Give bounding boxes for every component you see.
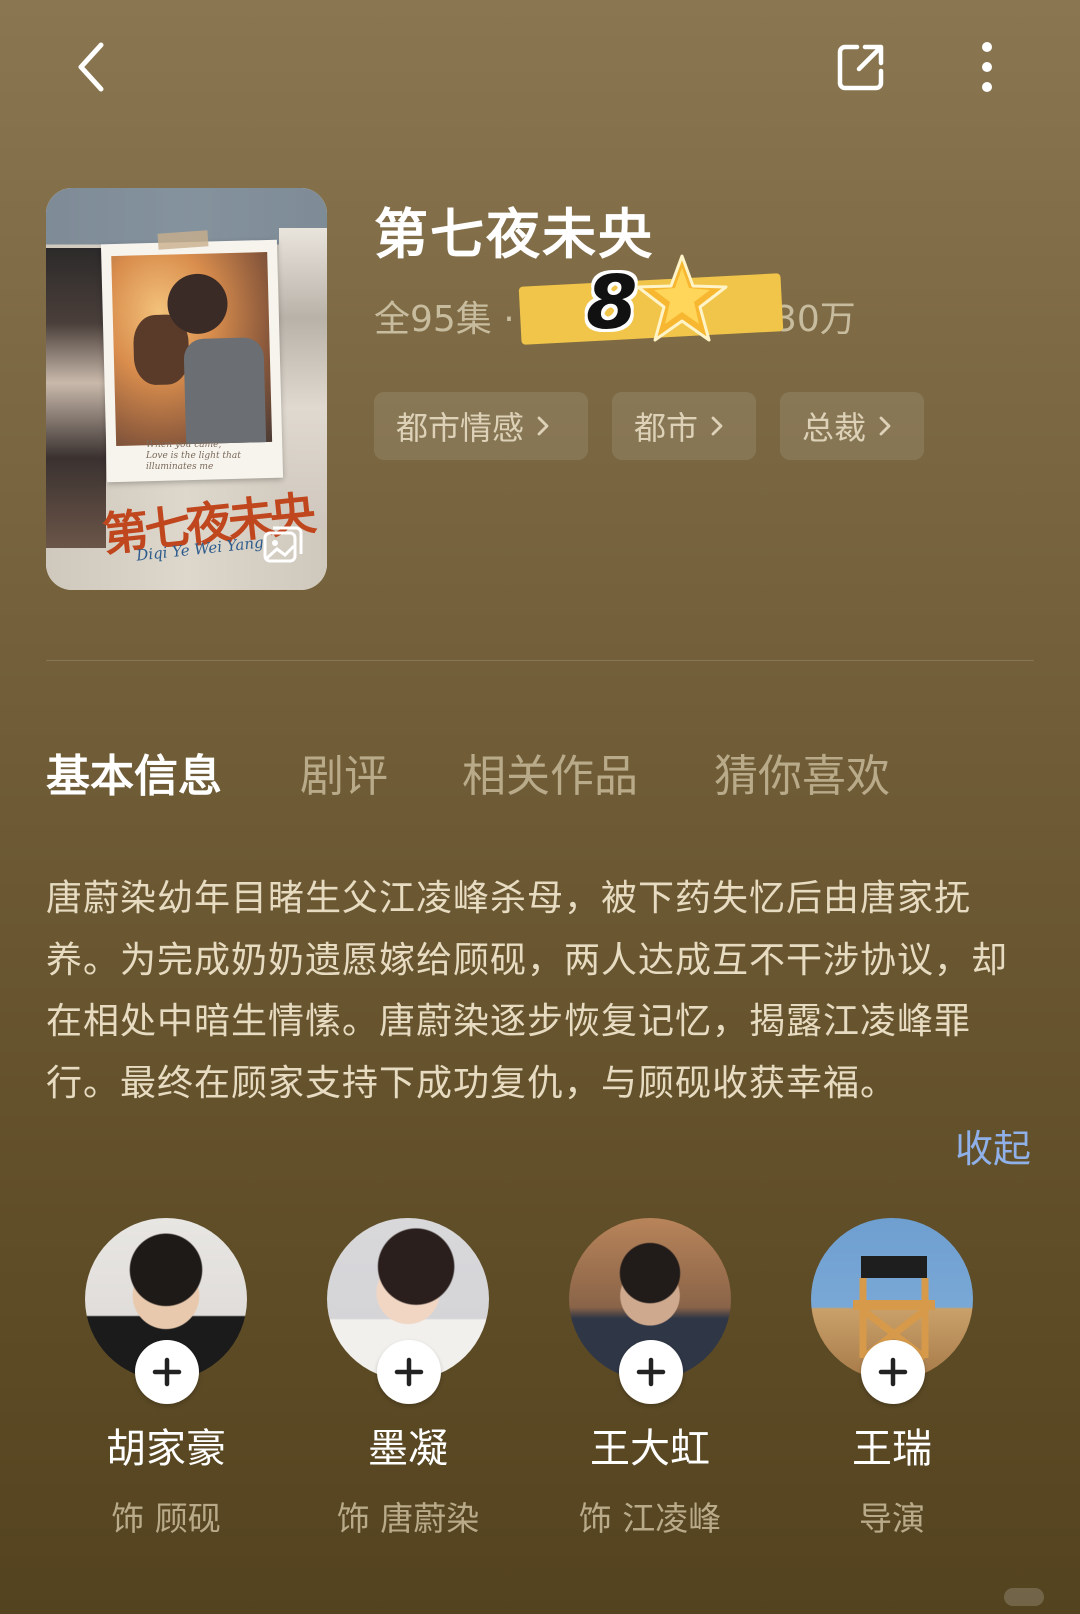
cast-name: 王大虹 xyxy=(590,1426,710,1472)
chevron-right-icon xyxy=(537,416,549,436)
cast-name: 墨凝 xyxy=(368,1426,448,1472)
episode-count: 全95集 · xyxy=(374,299,515,340)
synopsis-text: 唐蔚染幼年目睹生父江凌峰杀母，被下药失忆后由唐家抚养。为完成奶奶遗愿嫁给顾砚，两… xyxy=(46,878,1009,1104)
follow-button[interactable] xyxy=(135,1340,199,1404)
more-options-button[interactable] xyxy=(952,32,1022,102)
tag-urban-romance[interactable]: 都市情感 xyxy=(374,392,588,460)
star-icon xyxy=(636,254,728,342)
watermark xyxy=(1004,1588,1044,1606)
score-value: 8 xyxy=(586,260,638,346)
cast-role: 饰 顾砚 xyxy=(111,1499,221,1538)
more-vertical-icon xyxy=(982,42,992,92)
cast-name: 王瑞 xyxy=(852,1426,932,1472)
follow-button[interactable] xyxy=(619,1340,683,1404)
tab-reviews[interactable]: 剧评 xyxy=(300,740,388,804)
tab-recommendations[interactable]: 猜你喜欢 xyxy=(714,740,890,804)
cast-name: 胡家豪 xyxy=(106,1426,226,1472)
show-poster[interactable]: When you came, Love is the light that il… xyxy=(46,188,327,590)
plus-icon xyxy=(878,1357,908,1387)
plus-icon xyxy=(152,1357,182,1387)
tab-related-works[interactable]: 相关作品 xyxy=(462,740,638,804)
cast-role: 导演 xyxy=(859,1499,925,1538)
share-button[interactable] xyxy=(826,32,896,102)
cast-role: 饰 江凌峰 xyxy=(578,1499,722,1538)
popularity-count: 30万 xyxy=(774,299,856,340)
share-external-icon xyxy=(837,44,884,91)
gallery-icon[interactable] xyxy=(261,524,305,568)
poster-collage-left xyxy=(46,248,106,548)
chevron-left-icon xyxy=(78,42,104,92)
tab-basic-info[interactable]: 基本信息 xyxy=(46,740,222,804)
score-sticker: 8 xyxy=(518,254,784,362)
cast-member[interactable]: 王瑞 导演 xyxy=(792,1218,992,1540)
follow-button[interactable] xyxy=(861,1340,925,1404)
cast-member[interactable]: 胡家豪 饰 顾砚 xyxy=(66,1218,266,1540)
poster-caption: When you came, Love is the light that il… xyxy=(146,440,241,472)
show-title: 第七夜未央 xyxy=(374,203,654,266)
show-meta: 全95集 · 30万 xyxy=(374,290,856,342)
cast-role: 饰 唐蔚染 xyxy=(336,1499,480,1538)
chevron-right-icon xyxy=(711,416,723,436)
back-button[interactable] xyxy=(56,32,126,102)
plus-icon xyxy=(636,1357,666,1387)
section-divider xyxy=(46,660,1034,661)
tag-urban[interactable]: 都市 xyxy=(612,392,756,460)
plus-icon xyxy=(394,1357,424,1387)
cast-member[interactable]: 墨凝 饰 唐蔚染 xyxy=(308,1218,508,1540)
cast-member[interactable]: 王大虹 饰 江凌峰 xyxy=(550,1218,750,1540)
collapse-button[interactable]: 收起 xyxy=(955,1118,1031,1173)
follow-button[interactable] xyxy=(377,1340,441,1404)
chevron-right-icon xyxy=(879,416,891,436)
tag-ceo[interactable]: 总裁 xyxy=(780,392,924,460)
poster-photo xyxy=(111,251,273,447)
